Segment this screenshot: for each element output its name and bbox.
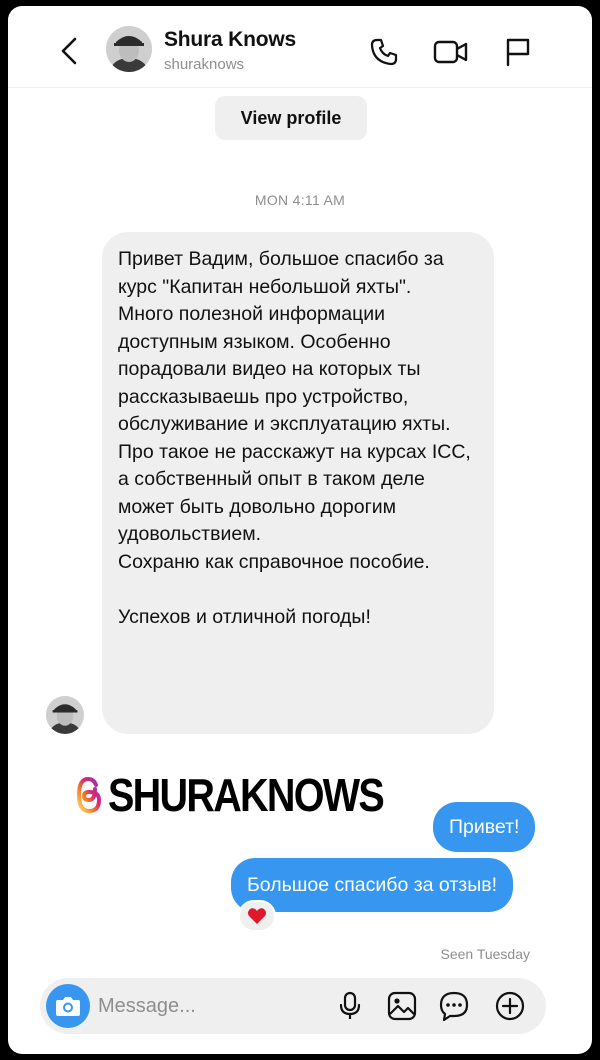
contact-avatar[interactable]: [106, 26, 152, 72]
message-input[interactable]: [98, 988, 318, 1024]
voice-message-button[interactable]: [334, 990, 366, 1022]
contact-username: shuraknows: [164, 56, 245, 73]
video-call-button[interactable]: [428, 32, 474, 72]
message-text: Большое спасибо за отзыв!: [247, 873, 498, 896]
video-camera-icon: [433, 40, 468, 64]
reaction-badge[interactable]: [238, 900, 276, 932]
message-paragraph: [118, 576, 478, 604]
back-chevron-icon: [61, 37, 77, 65]
watermark: SHURAKNOWS: [74, 768, 428, 822]
plus-icon: [495, 991, 525, 1021]
phone-icon: [370, 38, 398, 66]
message-paragraph: Сохраню как справочное пособие.: [118, 550, 430, 573]
audio-call-button[interactable]: [364, 32, 404, 72]
gallery-icon: [387, 991, 417, 1021]
flag-icon: [506, 38, 530, 67]
message-paragraph: Про такое не расскажут на курсах ICC, а …: [118, 440, 471, 546]
gallery-button[interactable]: [386, 990, 418, 1022]
sticker-icon: [439, 991, 469, 1021]
watermark-text: SHURAKNOWS: [108, 769, 385, 821]
sticker-button[interactable]: [438, 990, 470, 1022]
sender-avatar[interactable]: [46, 696, 84, 734]
chat-screen: Shura Knows shuraknows View profile MON …: [8, 6, 592, 1054]
message-composer: [40, 978, 546, 1034]
message-paragraph: Успехов и отличной погоды!: [118, 605, 371, 628]
report-button[interactable]: [498, 32, 538, 72]
more-options-button[interactable]: [494, 990, 526, 1022]
chat-header: Shura Knows shuraknows: [8, 6, 592, 88]
camera-button[interactable]: [46, 984, 90, 1028]
outgoing-message-bubble[interactable]: Большое спасибо за отзыв!: [231, 858, 514, 912]
heart-icon: [247, 908, 267, 924]
microphone-icon: [339, 991, 361, 1019]
message-text: Привет!: [449, 815, 520, 838]
message-timestamp: MON 4:11 AM: [254, 192, 346, 208]
incoming-message-bubble[interactable]: Привет Вадим, большое спасибо за курс "К…: [102, 232, 494, 734]
message-paragraph: Привет Вадим, большое спасибо за курс "К…: [118, 248, 444, 298]
back-button[interactable]: [52, 32, 86, 70]
camera-icon: [56, 997, 80, 1016]
seen-status: Seen Tuesday: [440, 946, 530, 962]
view-profile-button[interactable]: View profile: [215, 96, 367, 140]
contact-name[interactable]: Shura Knows: [164, 28, 296, 52]
outgoing-message-bubble[interactable]: Привет!: [433, 802, 536, 852]
message-paragraph: Много полезной информации доступным язык…: [118, 303, 451, 435]
threads-logo-icon: [76, 776, 102, 814]
